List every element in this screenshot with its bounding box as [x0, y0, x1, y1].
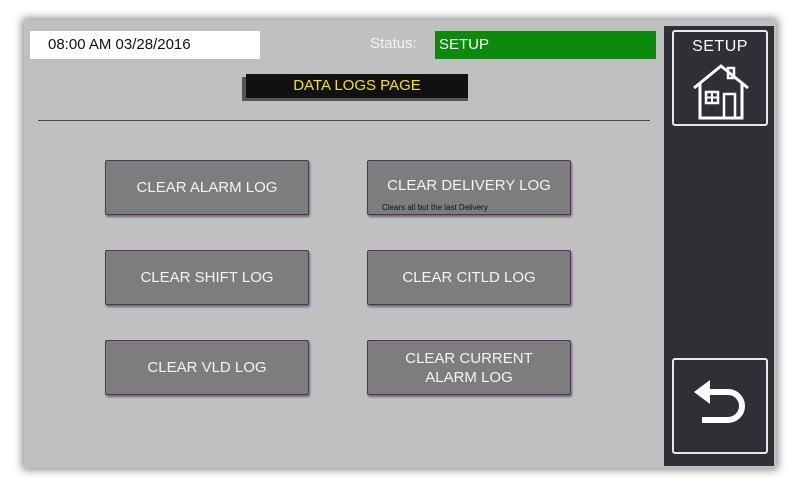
clear-vld-log-label: CLEAR VLD LOG: [147, 359, 267, 376]
sidebar: SETUP: [664, 26, 774, 466]
datetime-display: 08:00 AM 03/28/2016: [30, 31, 260, 59]
back-arrow-icon: [694, 380, 745, 423]
clear-current-alarm-log-label-line1: CLEAR CURRENT: [405, 349, 533, 367]
clear-citld-log-label: CLEAR CITLD LOG: [402, 269, 536, 286]
clear-delivery-log-note: Clears all but the last Delivery: [382, 203, 488, 212]
status-label: Status:: [370, 35, 417, 52]
clear-shift-log-label: CLEAR SHIFT LOG: [140, 269, 274, 286]
house-icon: [693, 64, 749, 120]
setup-home-button[interactable]: SETUP: [672, 30, 768, 126]
clear-current-alarm-log-button[interactable]: CLEAR CURRENT ALARM LOG: [367, 340, 571, 395]
clear-citld-log-button[interactable]: CLEAR CITLD LOG: [367, 250, 571, 305]
clear-shift-log-button[interactable]: CLEAR SHIFT LOG: [105, 250, 309, 305]
header-divider: [38, 120, 650, 121]
clear-alarm-log-button[interactable]: CLEAR ALARM LOG: [105, 160, 309, 215]
setup-button-label: SETUP: [692, 38, 748, 55]
clear-alarm-log-label: CLEAR ALARM LOG: [136, 179, 278, 196]
clear-vld-log-button[interactable]: CLEAR VLD LOG: [105, 340, 309, 395]
back-button[interactable]: [672, 358, 768, 454]
status-indicator: SETUP: [435, 31, 656, 59]
clear-delivery-log-button[interactable]: CLEAR DELIVERY LOG Clears all but the la…: [367, 160, 571, 215]
clear-current-alarm-log-label-line2: ALARM LOG: [425, 368, 513, 386]
page-title: DATA LOGS PAGE: [246, 74, 468, 98]
hmi-screen: 08:00 AM 03/28/2016 Status: SETUP DATA L…: [24, 20, 776, 468]
clear-delivery-log-label: CLEAR DELIVERY LOG: [387, 177, 551, 194]
